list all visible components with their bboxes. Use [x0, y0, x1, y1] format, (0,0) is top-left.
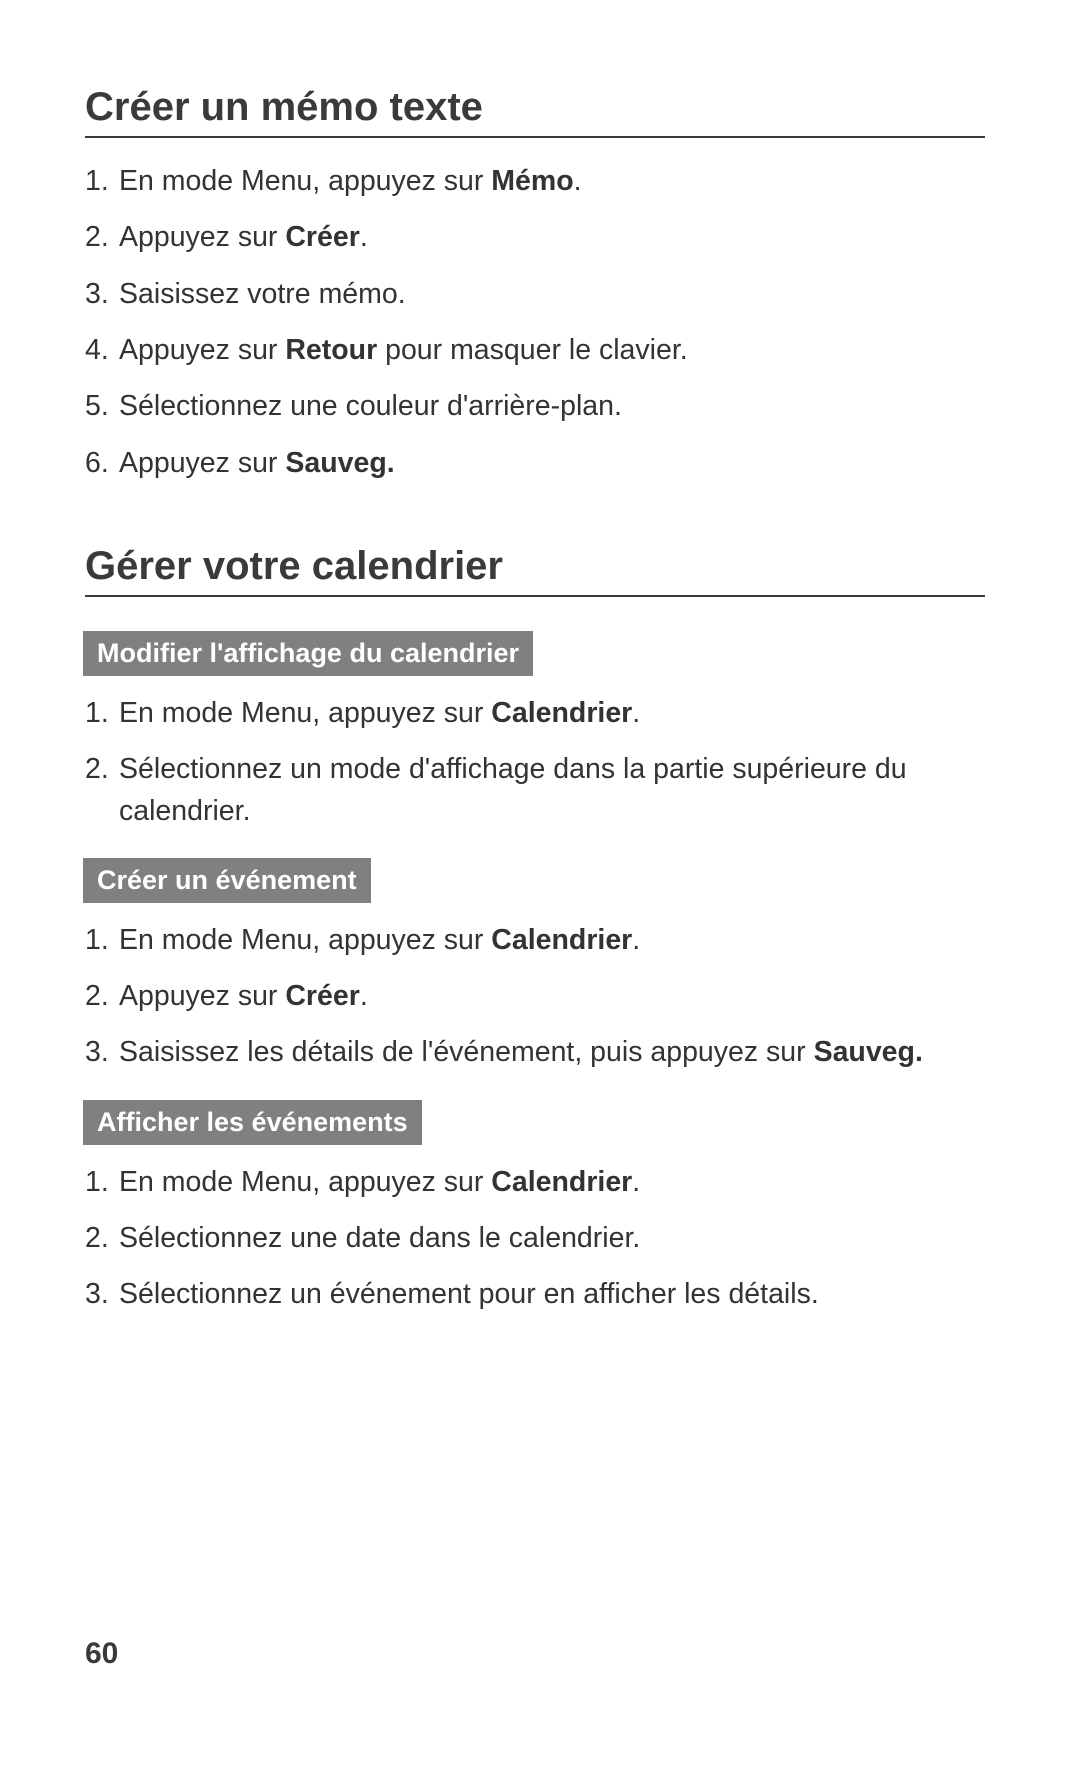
list-item: Sélectionnez un événement pour en affich…	[85, 1267, 985, 1323]
list-item: Appuyez sur Sauveg.	[85, 436, 985, 492]
memo-steps-list: En mode Menu, appuyez sur Mémo. Appuyez …	[85, 154, 985, 492]
subheading-modify-view: Modifier l'affichage du calendrier	[83, 631, 533, 676]
list-item: Sélectionnez un mode d'affichage dans la…	[85, 742, 985, 840]
list-item: Saisissez les détails de l'événement, pu…	[85, 1025, 985, 1081]
list-item: Sélectionnez une date dans le calendrier…	[85, 1211, 985, 1267]
list-item: Saisissez votre mémo.	[85, 267, 985, 323]
list-item: En mode Menu, appuyez sur Calendrier.	[85, 1155, 985, 1211]
manual-page: Créer un mémo texte En mode Menu, appuye…	[0, 0, 1080, 1324]
list-item: En mode Menu, appuyez sur Mémo.	[85, 154, 985, 210]
create-event-steps: En mode Menu, appuyez sur Calendrier. Ap…	[85, 913, 985, 1082]
list-item: En mode Menu, appuyez sur Calendrier.	[85, 686, 985, 742]
subheading-create-event: Créer un événement	[83, 858, 371, 903]
view-events-steps: En mode Menu, appuyez sur Calendrier. Sé…	[85, 1155, 985, 1324]
subheading-view-events: Afficher les événements	[83, 1100, 422, 1145]
list-item: Sélectionnez une couleur d'arrière-plan.	[85, 379, 985, 435]
section-heading-calendar: Gérer votre calendrier	[85, 544, 985, 597]
page-number: 60	[85, 1637, 118, 1671]
section-heading-memo: Créer un mémo texte	[85, 85, 985, 138]
list-item: Appuyez sur Retour pour masquer le clavi…	[85, 323, 985, 379]
list-item: Appuyez sur Créer.	[85, 969, 985, 1025]
modify-view-steps: En mode Menu, appuyez sur Calendrier. Sé…	[85, 686, 985, 840]
list-item: Appuyez sur Créer.	[85, 210, 985, 266]
list-item: En mode Menu, appuyez sur Calendrier.	[85, 913, 985, 969]
